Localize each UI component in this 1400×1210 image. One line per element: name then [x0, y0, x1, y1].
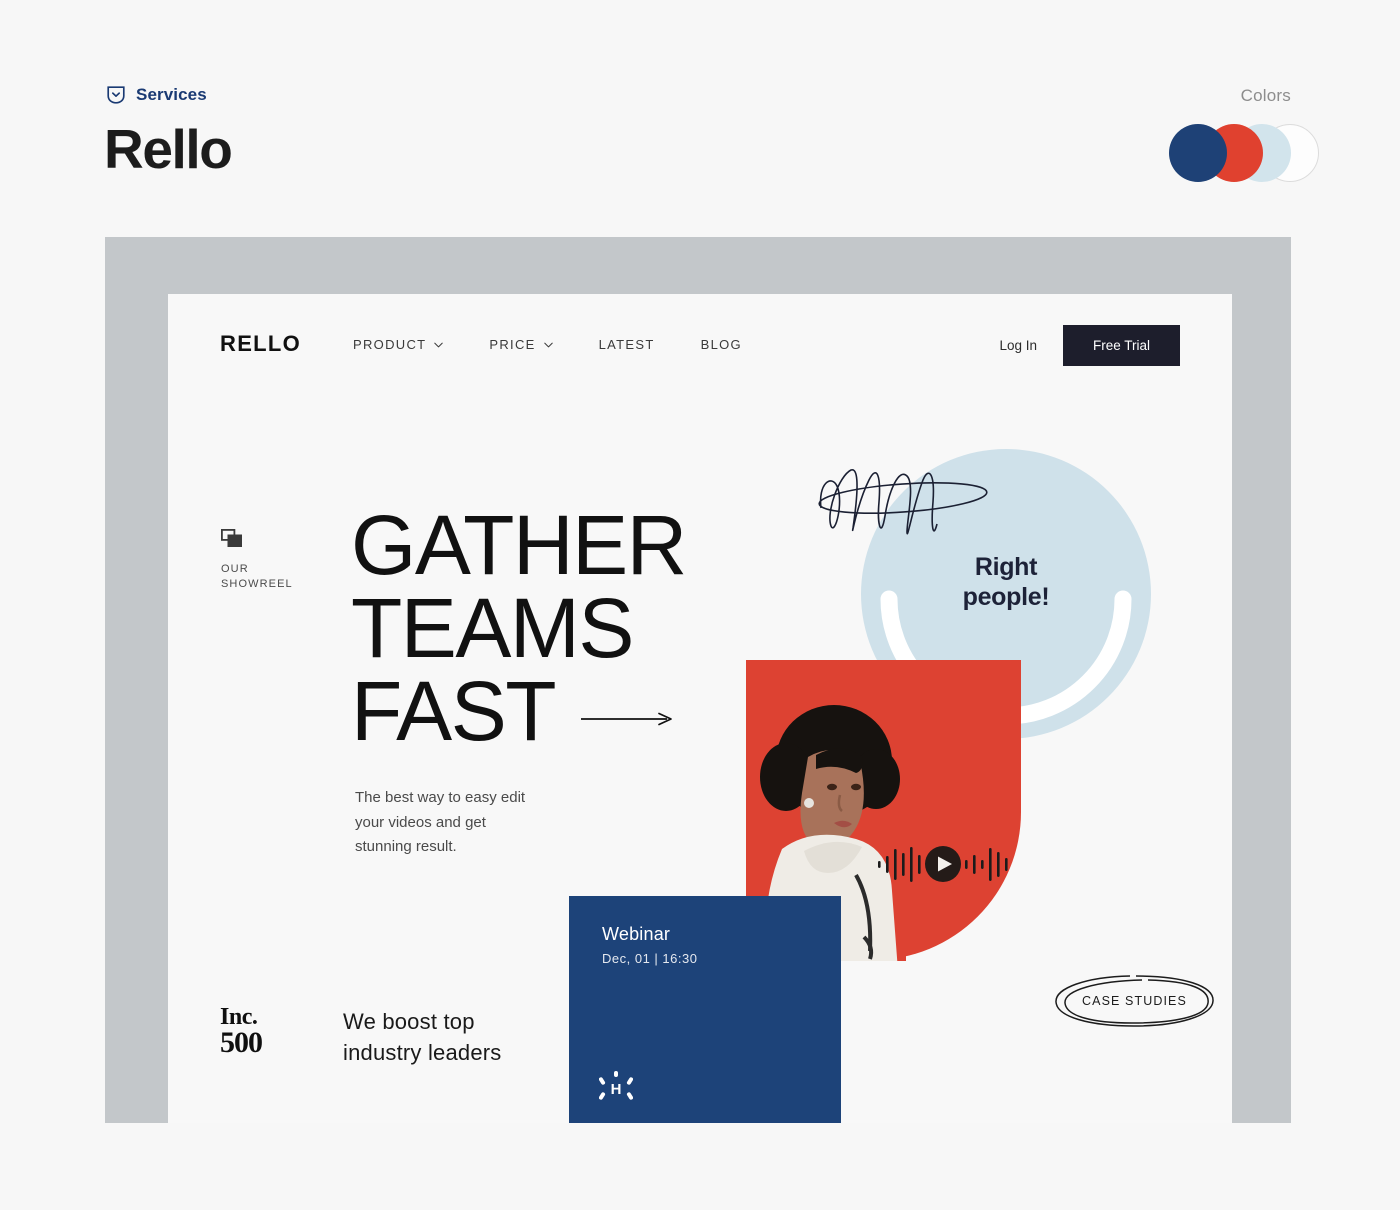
nav-item-price[interactable]: PRICE — [489, 337, 553, 352]
hero-visual: Right people! Webinar Dec, 01 | 16:30 H … — [558, 449, 1232, 1123]
right-people-line-1: Right — [974, 553, 1038, 581]
color-swatch-group — [1112, 124, 1319, 182]
nav-item-price-label: PRICE — [489, 337, 536, 352]
showreel-block[interactable]: OUR SHOWREEL — [221, 529, 313, 592]
inc-500-bottom: 500 — [220, 1025, 263, 1059]
services-label: Services — [136, 85, 207, 104]
site-logo[interactable]: RELLO — [220, 331, 301, 357]
scribble-doodle-icon — [818, 469, 988, 535]
right-people-text: Right people! — [861, 553, 1151, 612]
case-studies-badge[interactable]: CASE STUDIES — [1052, 972, 1217, 1030]
nav-item-blog-label: BLOG — [700, 337, 742, 352]
nav-links: PRODUCT PRICE LATEST BLOG — [353, 337, 742, 352]
showreel-label: OUR SHOWREEL — [221, 563, 293, 590]
free-trial-button[interactable]: Free Trial — [1062, 325, 1180, 366]
inc-500-badge: Inc. 500 — [220, 1005, 278, 1059]
webinar-title: Webinar — [602, 924, 671, 944]
windows-stack-icon — [221, 529, 313, 548]
audio-player-control[interactable] — [878, 844, 1008, 884]
webinar-date: Dec, 01 | 16:30 — [602, 951, 698, 966]
nav-actions: Log In Free Trial — [999, 325, 1180, 366]
site-navbar: RELLO PRODUCT PRICE LATEST BLOG Log In F… — [168, 294, 1232, 404]
mockup-frame: RELLO PRODUCT PRICE LATEST BLOG Log In F… — [105, 237, 1291, 1123]
nav-item-latest-label: LATEST — [598, 337, 655, 352]
mockup-page: RELLO PRODUCT PRICE LATEST BLOG Log In F… — [168, 294, 1232, 1123]
headline-line-3: FAST — [351, 664, 557, 759]
case-studies-label: CASE STUDIES — [1082, 994, 1187, 1008]
page-title: Rello — [104, 118, 233, 180]
colors-label: Colors — [1240, 86, 1291, 105]
page-root: Services Rello Colors RELLO PRODUCT PRIC… — [0, 0, 1400, 1210]
boost-block: Inc. 500 We boost top industry leaders — [220, 1005, 518, 1068]
nav-item-product-label: PRODUCT — [353, 337, 427, 352]
nav-item-latest[interactable]: LATEST — [599, 337, 655, 352]
shield-chevron-down-icon — [105, 84, 127, 106]
services-breadcrumb[interactable]: Services — [105, 84, 207, 106]
chevron-down-icon — [543, 342, 553, 348]
right-people-line-2: people! — [962, 582, 1050, 611]
login-link[interactable]: Log In — [999, 338, 1037, 353]
h-burst-logo-icon: H — [599, 1071, 633, 1100]
nav-item-blog[interactable]: BLOG — [701, 337, 742, 352]
svg-text:H: H — [611, 1081, 622, 1098]
chevron-down-icon — [434, 342, 444, 348]
color-swatch-navy — [1169, 124, 1227, 182]
webinar-card[interactable]: Webinar Dec, 01 | 16:30 H — [569, 896, 841, 1123]
hero-subcopy: The best way to easy edit your videos an… — [355, 789, 526, 856]
nav-item-product[interactable]: PRODUCT — [353, 337, 444, 352]
boost-text: We boost top industry leaders — [343, 1009, 502, 1066]
